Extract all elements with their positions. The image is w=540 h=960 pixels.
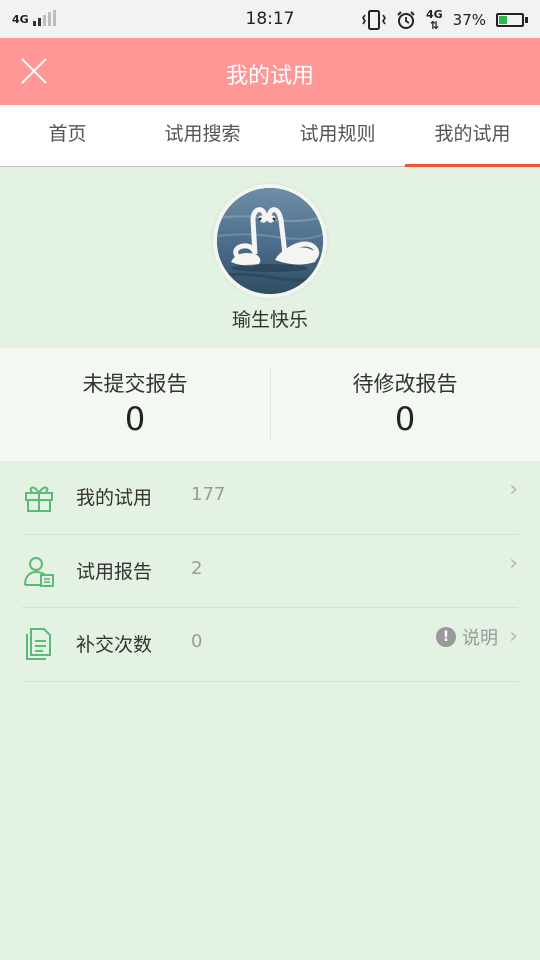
tab-my-trials[interactable]: 我的试用: [405, 105, 540, 167]
battery-icon: [496, 13, 528, 27]
menu-item-my-trials[interactable]: 我的试用 177 ›: [22, 461, 518, 535]
unsubmitted-count: 0: [124, 400, 146, 438]
to-revise-count: 0: [394, 400, 416, 438]
menu-item-makeup-count[interactable]: 补交次数 0 ! 说明 ›: [22, 608, 518, 682]
menu-list: 我的试用 177 › 试用报告 2 › 补交次数 0 ! 说明 ›: [0, 461, 540, 682]
profile-section: 瑜生快乐: [0, 167, 540, 348]
chevron-right-icon: ›: [509, 624, 518, 649]
menu-item-count: 177: [191, 484, 226, 505]
chevron-right-icon: ›: [509, 550, 518, 576]
data-network-label: 4G: [425, 8, 443, 21]
menu-item-count: 0: [191, 631, 203, 652]
tab-home[interactable]: 首页: [0, 105, 135, 166]
page-title: 我的试用: [225, 64, 314, 89]
menu-item-trial-reports[interactable]: 试用报告 2 ›: [22, 535, 518, 608]
gift-icon: [25, 486, 53, 512]
data-network-icon: 4G ⇅: [425, 8, 443, 32]
document-icon: [26, 628, 51, 660]
alarm-icon: [397, 11, 415, 29]
tab-trial-rules[interactable]: 试用规则: [270, 105, 405, 166]
unsubmitted-label: 未提交报告: [82, 372, 188, 396]
status-bar: 4G 18:17 4G ⇅ 37%: [0, 0, 540, 38]
vibrate-icon: [362, 10, 386, 30]
reports-to-revise[interactable]: 待修改报告 0: [270, 348, 540, 461]
avatar[interactable]: [213, 184, 327, 298]
status-icons: 4G ⇅ 37%: [362, 9, 528, 31]
menu-item-count: 2: [191, 557, 203, 579]
report-stats: 未提交报告 0 待修改报告 0: [0, 348, 540, 461]
tab-bar: 首页 试用搜索 试用规则 我的试用: [0, 105, 540, 167]
battery-fill: [499, 16, 508, 24]
menu-item-label: 补交次数: [76, 634, 153, 656]
user-report-icon: [24, 556, 54, 587]
info-icon: !: [436, 627, 456, 647]
unsubmitted-reports[interactable]: 未提交报告 0: [0, 348, 270, 461]
title-bar: 我的试用: [0, 38, 540, 105]
username: 瑜生快乐: [231, 309, 308, 331]
menu-item-label: 我的试用: [76, 487, 153, 509]
stats-divider: [270, 368, 271, 440]
battery-percent: 37%: [452, 11, 486, 29]
explanation-link[interactable]: ! 说明: [436, 624, 498, 650]
to-revise-label: 待修改报告: [352, 372, 458, 396]
avatar-image: [217, 188, 323, 294]
chevron-right-icon: ›: [509, 477, 518, 502]
menu-item-label: 试用报告: [76, 560, 153, 583]
tab-trial-search[interactable]: 试用搜索: [135, 105, 270, 166]
explanation-label: 说明: [462, 628, 498, 649]
